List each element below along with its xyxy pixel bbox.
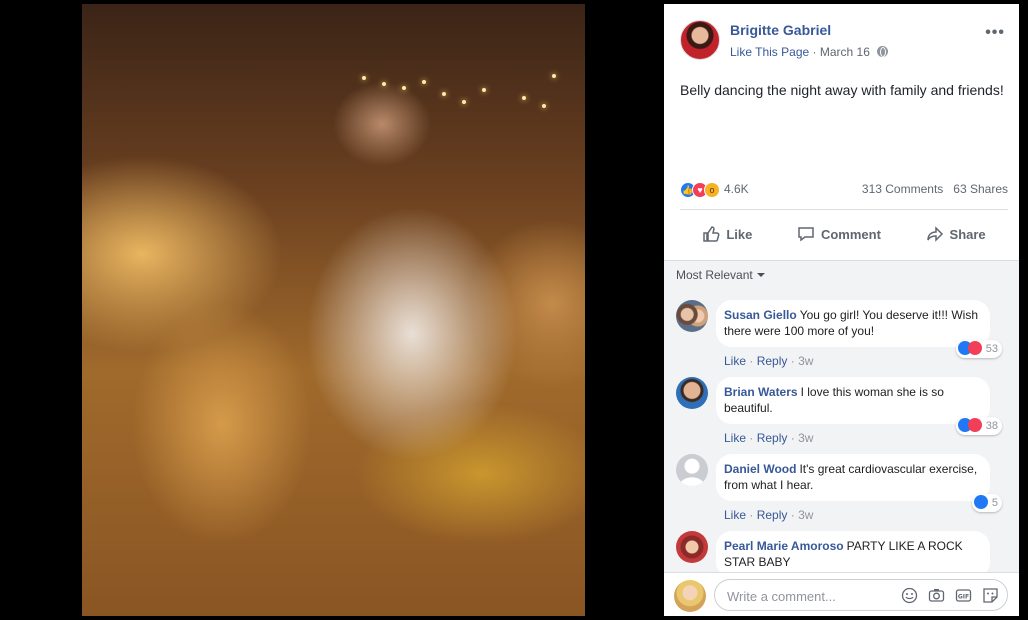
comments-section: Most Relevant Susan Giello You go girl! Y… bbox=[664, 260, 1019, 572]
love-reaction-icon bbox=[967, 341, 982, 355]
commenter-avatar[interactable] bbox=[676, 300, 708, 332]
gif-icon[interactable]: GIF bbox=[955, 587, 972, 604]
comment-author[interactable]: Daniel Wood bbox=[724, 462, 796, 476]
composer-icons: GIF bbox=[901, 587, 999, 604]
divider bbox=[680, 209, 1008, 210]
page-name[interactable]: Brigitte Gabriel bbox=[730, 22, 831, 38]
commenter-avatar[interactable] bbox=[676, 531, 708, 563]
comment-reaction-count: 53 bbox=[985, 343, 998, 355]
comment-author[interactable]: Brian Waters bbox=[724, 385, 798, 399]
svg-text:GIF: GIF bbox=[958, 594, 969, 601]
comment-reply-link[interactable]: Reply bbox=[757, 508, 788, 522]
comment-like-link[interactable]: Like bbox=[724, 431, 746, 445]
commenter-avatar[interactable] bbox=[676, 377, 708, 409]
action-bar: Like Comment Share bbox=[680, 214, 1008, 254]
more-options-icon[interactable]: ••• bbox=[985, 24, 1005, 42]
meta-separator: · bbox=[749, 508, 754, 522]
like-label: Like bbox=[726, 226, 753, 242]
comment-sort-label: Most Relevant bbox=[676, 268, 753, 282]
current-user-avatar[interactable] bbox=[674, 580, 706, 612]
like-reaction-icon bbox=[973, 495, 988, 509]
comment-input-placeholder: Write a comment... bbox=[727, 589, 836, 604]
meta-separator: · bbox=[749, 354, 754, 368]
shares-count[interactable]: 63 Shares bbox=[953, 182, 1008, 196]
comment-author[interactable]: Pearl Marie Amoroso bbox=[724, 539, 844, 553]
comment-input[interactable]: Write a comment... GIF bbox=[714, 579, 1008, 611]
comment-time[interactable]: 3w bbox=[798, 354, 813, 368]
comment-author[interactable]: Susan Giello bbox=[724, 308, 797, 322]
love-reaction-icon bbox=[967, 418, 982, 432]
comment-icon bbox=[798, 227, 814, 242]
post-panel: Brigitte Gabriel Like This Page · March … bbox=[664, 4, 1019, 616]
post-photo[interactable] bbox=[82, 4, 585, 616]
like-button[interactable]: Like bbox=[702, 225, 752, 243]
caret-down-icon bbox=[756, 273, 765, 277]
comment-reaction-count: 5 bbox=[991, 497, 998, 509]
share-button[interactable]: Share bbox=[926, 225, 986, 243]
emoji-icon[interactable] bbox=[901, 587, 918, 604]
post-subtitle: Like This Page · March 16 bbox=[730, 45, 889, 59]
comment-bubble: Susan Giello You go girl! You deserve it!… bbox=[716, 300, 990, 347]
share-label: Share bbox=[949, 226, 986, 242]
reaction-count[interactable]: 4.6K bbox=[724, 182, 749, 196]
post-text: Belly dancing the night away with family… bbox=[680, 82, 1004, 98]
comment-reactions[interactable]: 53 bbox=[955, 340, 1002, 358]
comment-time[interactable]: 3w bbox=[798, 431, 813, 445]
meta-separator: · bbox=[749, 431, 754, 445]
comment-time[interactable]: 3w bbox=[798, 508, 813, 522]
post-header: Brigitte Gabriel Like This Page · March … bbox=[680, 16, 1009, 66]
comment-like-link[interactable]: Like bbox=[724, 354, 746, 368]
post-date[interactable]: March 16 bbox=[820, 45, 870, 59]
comment-sort-dropdown[interactable]: Most Relevant bbox=[676, 268, 765, 282]
meta-separator: · bbox=[790, 431, 795, 445]
comment-button[interactable]: Comment bbox=[797, 225, 881, 243]
comment-reply-link[interactable]: Reply bbox=[757, 354, 788, 368]
comment-reactions[interactable]: 5 bbox=[971, 494, 1002, 512]
camera-icon[interactable] bbox=[928, 587, 945, 604]
meta-separator: · bbox=[790, 354, 795, 368]
comment-meta: Like · Reply · 3w bbox=[724, 508, 813, 522]
comment-bubble: Daniel Wood It's great cardiovascular exe… bbox=[716, 454, 990, 501]
post-stats: 👍 ♥ o 4.6K 313 Comments 63 Shares bbox=[680, 180, 1008, 200]
comment-bubble: Brian Waters I love this woman she is so … bbox=[716, 377, 990, 424]
sticker-icon[interactable] bbox=[982, 587, 999, 604]
comment-meta: Like · Reply · 3w bbox=[724, 431, 813, 445]
comments-count[interactable]: 313 Comments bbox=[862, 182, 943, 196]
comment-label: Comment bbox=[820, 226, 881, 242]
like-page-link[interactable]: Like This Page bbox=[730, 45, 809, 59]
globe-icon bbox=[877, 46, 889, 57]
comment-bubble: Pearl Marie Amoroso PARTY LIKE A ROCK STA… bbox=[716, 531, 990, 572]
thumbs-up-icon bbox=[703, 226, 720, 242]
meta-separator: · bbox=[790, 508, 795, 522]
comment-composer: Write a comment... GIF bbox=[664, 572, 1019, 616]
comment-meta: Like · Reply · 3w bbox=[724, 354, 813, 368]
page-avatar[interactable] bbox=[680, 20, 720, 60]
wow-reaction-icon: o bbox=[704, 182, 720, 198]
comment-reaction-count: 38 bbox=[985, 420, 998, 432]
photo-stage bbox=[0, 0, 664, 620]
comment-like-link[interactable]: Like bbox=[724, 508, 746, 522]
stats-right: 313 Comments 63 Shares bbox=[862, 182, 1008, 196]
share-icon bbox=[926, 226, 943, 242]
commenter-avatar[interactable] bbox=[676, 454, 708, 486]
comment-reply-link[interactable]: Reply bbox=[757, 431, 788, 445]
subtitle-separator: · bbox=[812, 45, 817, 59]
comment-reactions[interactable]: 38 bbox=[955, 417, 1002, 435]
